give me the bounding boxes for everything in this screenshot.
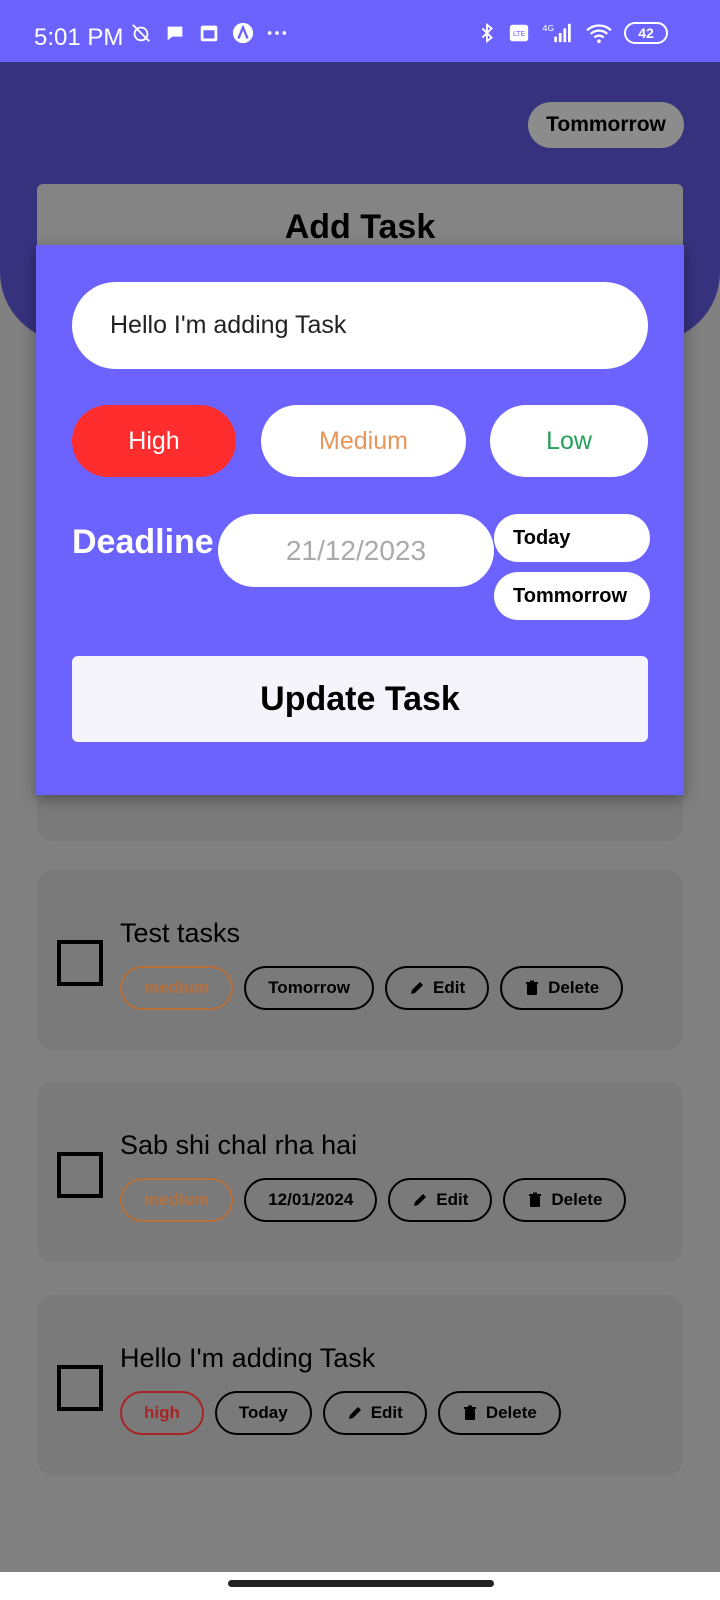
task-card: Hello I'm adding Task high Today Edit De…: [37, 1295, 683, 1475]
edit-button[interactable]: Edit: [322, 1391, 427, 1435]
trash-icon: [529, 1192, 542, 1207]
task-card: Sab shi chal rha hai medium 12/01/2024 E…: [37, 1082, 683, 1262]
deadline-chip: 12/01/2024: [244, 1178, 378, 1222]
delete-button[interactable]: Delete: [437, 1391, 561, 1435]
signal-4g-icon: 4G: [542, 23, 571, 43]
delete-button[interactable]: Delete: [500, 966, 624, 1010]
priority-chip: medium: [120, 1178, 234, 1222]
chat-bubble-icon: [167, 26, 183, 41]
priority-low-button[interactable]: Low: [490, 405, 648, 477]
more-dots-icon: [267, 31, 287, 35]
priority-high-button[interactable]: High: [72, 405, 236, 477]
task-checkbox[interactable]: [57, 940, 103, 986]
pencil-icon: [411, 982, 424, 994]
battery-indicator: 42: [624, 22, 668, 44]
edit-button[interactable]: Edit: [385, 966, 490, 1010]
volte-icon: LTE: [509, 24, 529, 42]
home-gesture-handle[interactable]: [228, 1580, 494, 1587]
system-icons: LTE 4G 42: [476, 22, 668, 44]
wifi-icon: [586, 24, 612, 44]
task-card: Test tasks medium Tomorrow Edit Delete: [37, 870, 683, 1050]
delete-label: Delete: [485, 1403, 537, 1422]
deadline-chip: Today: [214, 1391, 312, 1435]
priority-chip: high: [120, 1391, 204, 1435]
svg-text:LTE: LTE: [513, 29, 526, 38]
quick-tomorrow-button[interactable]: Tommorrow: [494, 572, 650, 620]
edit-label: Edit: [370, 1403, 403, 1422]
priority-medium-button[interactable]: Medium: [261, 405, 466, 477]
delete-button[interactable]: Delete: [503, 1178, 627, 1222]
update-task-button[interactable]: Update Task: [72, 656, 648, 742]
notification-icons: [130, 22, 288, 44]
muted-alarm-icon: [132, 24, 150, 42]
status-time: 5:01 PM: [34, 24, 124, 51]
task-title: Test tasks: [120, 918, 241, 948]
task-checkbox[interactable]: [57, 1152, 103, 1198]
task-text-input[interactable]: [72, 282, 648, 369]
status-bar: 5:01 PM LTE 4G 42: [0, 0, 720, 62]
edit-button[interactable]: Edit: [388, 1178, 493, 1222]
bluetooth-icon: [481, 22, 493, 44]
trash-icon: [463, 1405, 476, 1420]
deadline-label: Deadline: [72, 523, 214, 561]
pencil-icon: [348, 1407, 361, 1419]
calendar-icon: [200, 25, 218, 42]
deadline-date-input[interactable]: 21/12/2023: [218, 514, 494, 587]
priority-chip: medium: [120, 966, 234, 1010]
trash-icon: [526, 980, 539, 995]
svg-text:4G: 4G: [542, 23, 554, 33]
quick-today-button[interactable]: Today: [494, 514, 650, 562]
task-title: Hello I'm adding Task: [120, 1343, 376, 1373]
edit-label: Edit: [433, 978, 466, 997]
task-checkbox[interactable]: [57, 1365, 103, 1411]
update-task-modal: High Medium Low Deadline 21/12/2023 Toda…: [36, 245, 684, 795]
delete-label: Delete: [551, 1190, 603, 1209]
delete-label: Delete: [548, 978, 600, 997]
header-tomorrow-pill[interactable]: Tommorrow: [528, 102, 684, 148]
edit-label: Edit: [436, 1190, 469, 1209]
app-a-icon: [232, 22, 254, 44]
task-title: Sab shi chal rha hai: [120, 1130, 358, 1160]
deadline-chip: Tomorrow: [244, 966, 375, 1010]
pencil-icon: [414, 1194, 427, 1206]
